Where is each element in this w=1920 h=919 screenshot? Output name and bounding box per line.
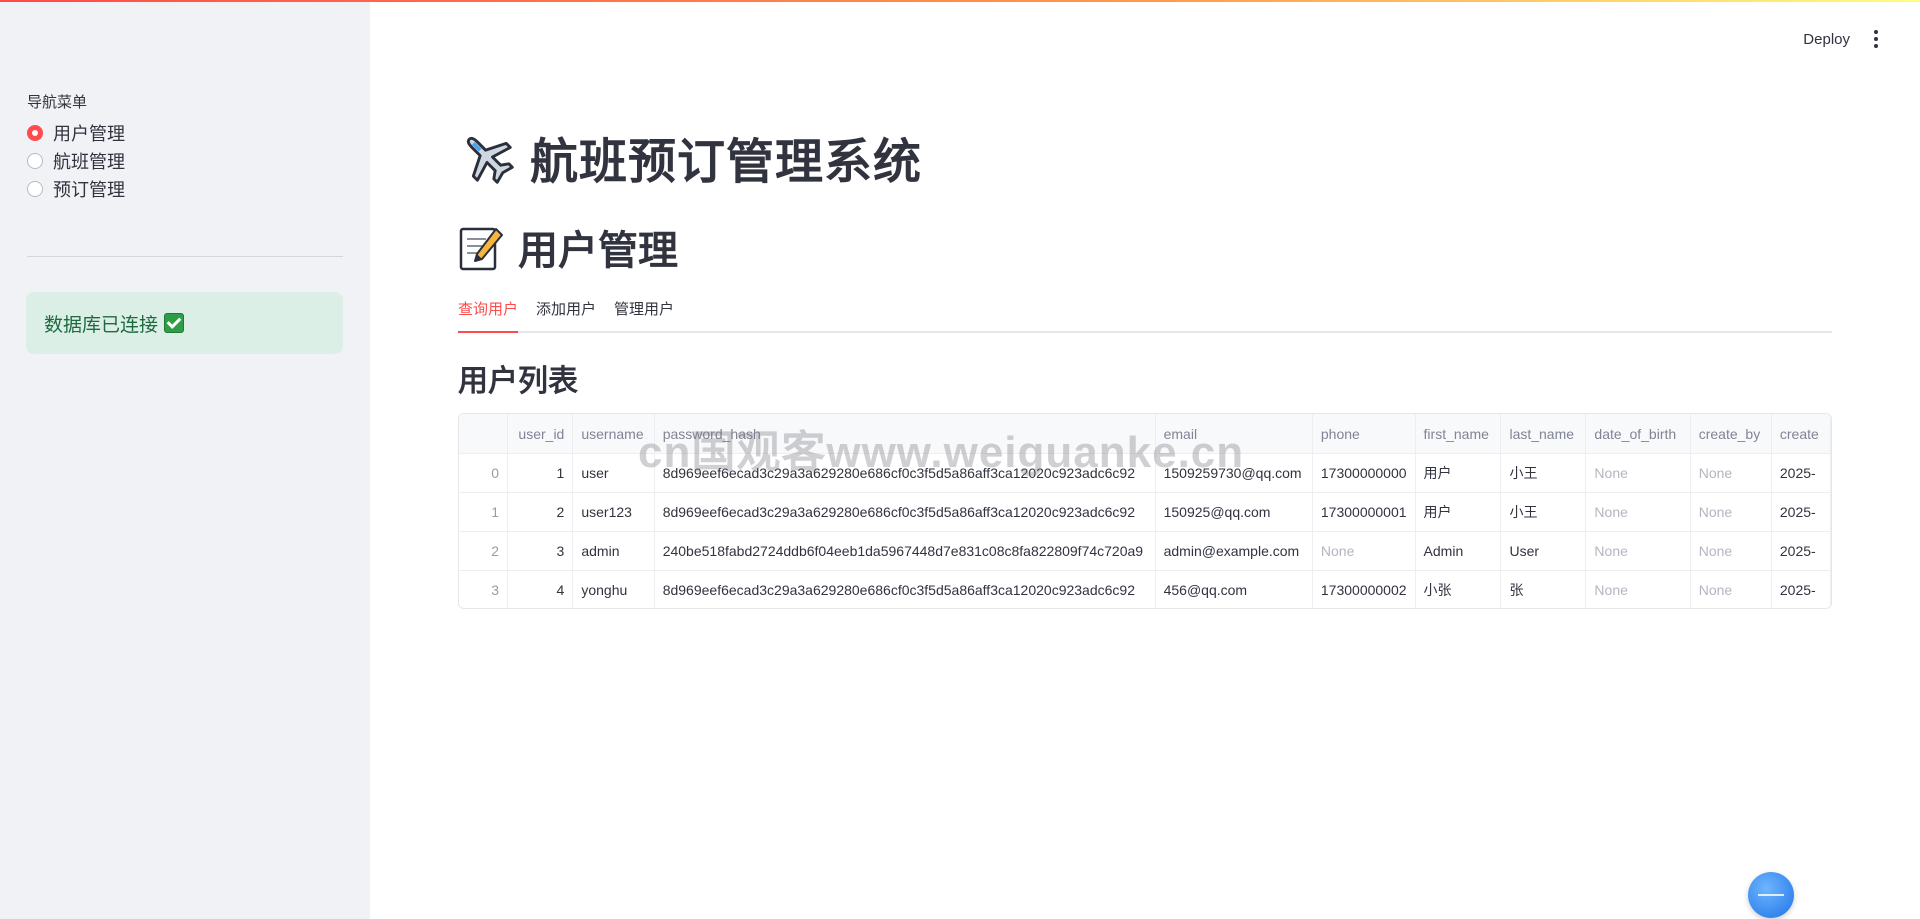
table-cell[interactable]: None — [1585, 570, 1691, 608]
table-row: 1 2 user123 8d969eef6ecad3c29a3a629280e6… — [459, 492, 1831, 532]
deploy-button[interactable]: Deploy — [1789, 23, 1864, 56]
table-cell[interactable]: 小王 — [1500, 453, 1587, 493]
column-header[interactable]: email — [1155, 414, 1313, 454]
tab-query-users[interactable]: 查询用户 — [458, 294, 519, 333]
table-cell[interactable]: 3 — [507, 531, 574, 571]
table-cell[interactable]: 8d969eef6ecad3c29a3a629280e686cf0c3f5d5a… — [654, 570, 1156, 608]
column-header[interactable]: create_by — [1690, 414, 1772, 454]
table-header-row: user_id username password_hash email pho… — [459, 414, 1831, 454]
db-status-alert: 数据库已连接 — [26, 292, 343, 354]
table-cell[interactable]: 2025- — [1771, 570, 1831, 608]
radio-unchecked-icon[interactable] — [27, 153, 43, 169]
section-title: 用户管理 — [518, 229, 678, 273]
table-cell[interactable]: None — [1690, 492, 1772, 532]
table-cell[interactable]: 2 — [459, 531, 509, 571]
airplane-icon — [466, 136, 514, 184]
user-list-title: 用户列表 — [458, 365, 578, 398]
table-cell[interactable]: admin — [572, 531, 655, 571]
table-cell[interactable]: user123 — [572, 492, 655, 532]
table-cell[interactable]: 2025- — [1771, 531, 1831, 571]
radio-checked-icon[interactable] — [27, 125, 43, 141]
table-cell[interactable]: 4 — [507, 570, 574, 608]
table-cell[interactable]: None — [1585, 492, 1691, 532]
table-cell[interactable]: None — [1690, 453, 1772, 493]
nav-item-bookings[interactable]: 预订管理 — [27, 175, 125, 203]
table-cell[interactable]: 8d969eef6ecad3c29a3a629280e686cf0c3f5d5a… — [654, 453, 1156, 493]
floating-action-button[interactable] — [1748, 872, 1794, 918]
table-cell[interactable]: 张 — [1500, 570, 1587, 608]
table-cell[interactable]: user — [572, 453, 655, 493]
table-row: 0 1 user 8d969eef6ecad3c29a3a629280e686c… — [459, 453, 1831, 493]
table-cell[interactable]: yonghu — [572, 570, 655, 608]
title-row: 航班预订管理系统 — [458, 122, 922, 192]
column-header[interactable]: create — [1771, 414, 1831, 454]
table-cell[interactable]: 240be518fabd2724ddb6f04eeb1da5967448d7e8… — [654, 531, 1156, 571]
db-status-text: 数据库已连接 — [44, 314, 159, 336]
table-cell[interactable]: None — [1690, 570, 1772, 608]
table-cell[interactable]: 1509259730@qq.com — [1155, 453, 1313, 493]
table-cell[interactable]: User — [1500, 531, 1587, 571]
tab-bar: 查询用户 添加用户 管理用户 — [458, 294, 1832, 333]
top-accent-bar — [0, 0, 1920, 2]
nav-item-label: 航班管理 — [53, 152, 125, 172]
table-cell[interactable]: 1 — [507, 453, 574, 493]
table-row: 3 4 yonghu 8d969eef6ecad3c29a3a629280e68… — [459, 570, 1831, 608]
nav-item-flights[interactable]: 航班管理 — [27, 147, 125, 175]
column-header[interactable]: phone — [1312, 414, 1416, 454]
table-cell[interactable]: 用户 — [1415, 492, 1502, 532]
check-mark-icon — [164, 313, 185, 333]
nav-radio-group: 用户管理 航班管理 预订管理 — [27, 119, 125, 203]
table-cell[interactable]: 2025- — [1771, 453, 1831, 493]
table-cell[interactable]: 17300000002 — [1312, 570, 1416, 608]
table-row: 2 3 admin 240be518fabd2724ddb6f04eeb1da5… — [459, 531, 1831, 571]
table-cell[interactable]: 2 — [507, 492, 574, 532]
table-cell[interactable]: None — [1690, 531, 1772, 571]
table-cell[interactable]: 小张 — [1415, 570, 1502, 608]
table-cell[interactable]: Admin — [1415, 531, 1502, 571]
column-header[interactable]: user_id — [507, 414, 574, 454]
header-toolbar: Deploy — [1789, 22, 1920, 56]
nav-item-label: 用户管理 — [53, 124, 125, 144]
table-cell[interactable]: 17300000000 — [1312, 453, 1416, 493]
table-cell[interactable]: 0 — [459, 453, 509, 493]
radio-unchecked-icon[interactable] — [27, 181, 43, 197]
nav-menu-label: 导航菜单 — [27, 94, 88, 111]
memo-icon — [459, 227, 503, 271]
sidebar-divider — [27, 256, 343, 257]
column-header[interactable]: last_name — [1500, 414, 1587, 454]
table-cell[interactable]: None — [1585, 531, 1691, 571]
column-header[interactable] — [459, 414, 509, 454]
section-heading-row: 用户管理 — [458, 218, 678, 276]
table-cell[interactable]: None — [1312, 531, 1416, 571]
table-cell[interactable]: 用户 — [1415, 453, 1502, 493]
sidebar: 导航菜单 用户管理 航班管理 预订管理 数据库已连接 — [0, 0, 370, 919]
column-header[interactable]: date_of_birth — [1585, 414, 1691, 454]
page-title: 航班预订管理系统 — [530, 136, 923, 189]
kebab-menu-icon[interactable] — [1864, 22, 1888, 56]
nav-item-users[interactable]: 用户管理 — [27, 119, 125, 147]
table-cell[interactable]: 小王 — [1500, 492, 1587, 532]
column-header[interactable]: first_name — [1415, 414, 1502, 454]
table-cell[interactable]: 456@qq.com — [1155, 570, 1313, 608]
table-cell[interactable]: admin@example.com — [1155, 531, 1313, 571]
column-header[interactable]: username — [572, 414, 655, 454]
table-cell[interactable]: 2025- — [1771, 492, 1831, 532]
table-cell[interactable]: None — [1585, 453, 1691, 493]
table-cell[interactable]: 17300000001 — [1312, 492, 1416, 532]
table-cell[interactable]: 8d969eef6ecad3c29a3a629280e686cf0c3f5d5a… — [654, 492, 1156, 532]
table-cell[interactable]: 1 — [459, 492, 509, 532]
user-dataframe[interactable]: user_id username password_hash email pho… — [458, 413, 1832, 609]
nav-item-label: 预订管理 — [53, 180, 125, 200]
table-cell[interactable]: 150925@qq.com — [1155, 492, 1313, 532]
table-cell[interactable]: 3 — [459, 570, 509, 608]
tab-add-user[interactable]: 添加用户 — [536, 294, 596, 331]
column-header[interactable]: password_hash — [654, 414, 1156, 454]
user-table: user_id username password_hash email pho… — [459, 414, 1831, 608]
tab-manage-users[interactable]: 管理用户 — [614, 294, 674, 331]
